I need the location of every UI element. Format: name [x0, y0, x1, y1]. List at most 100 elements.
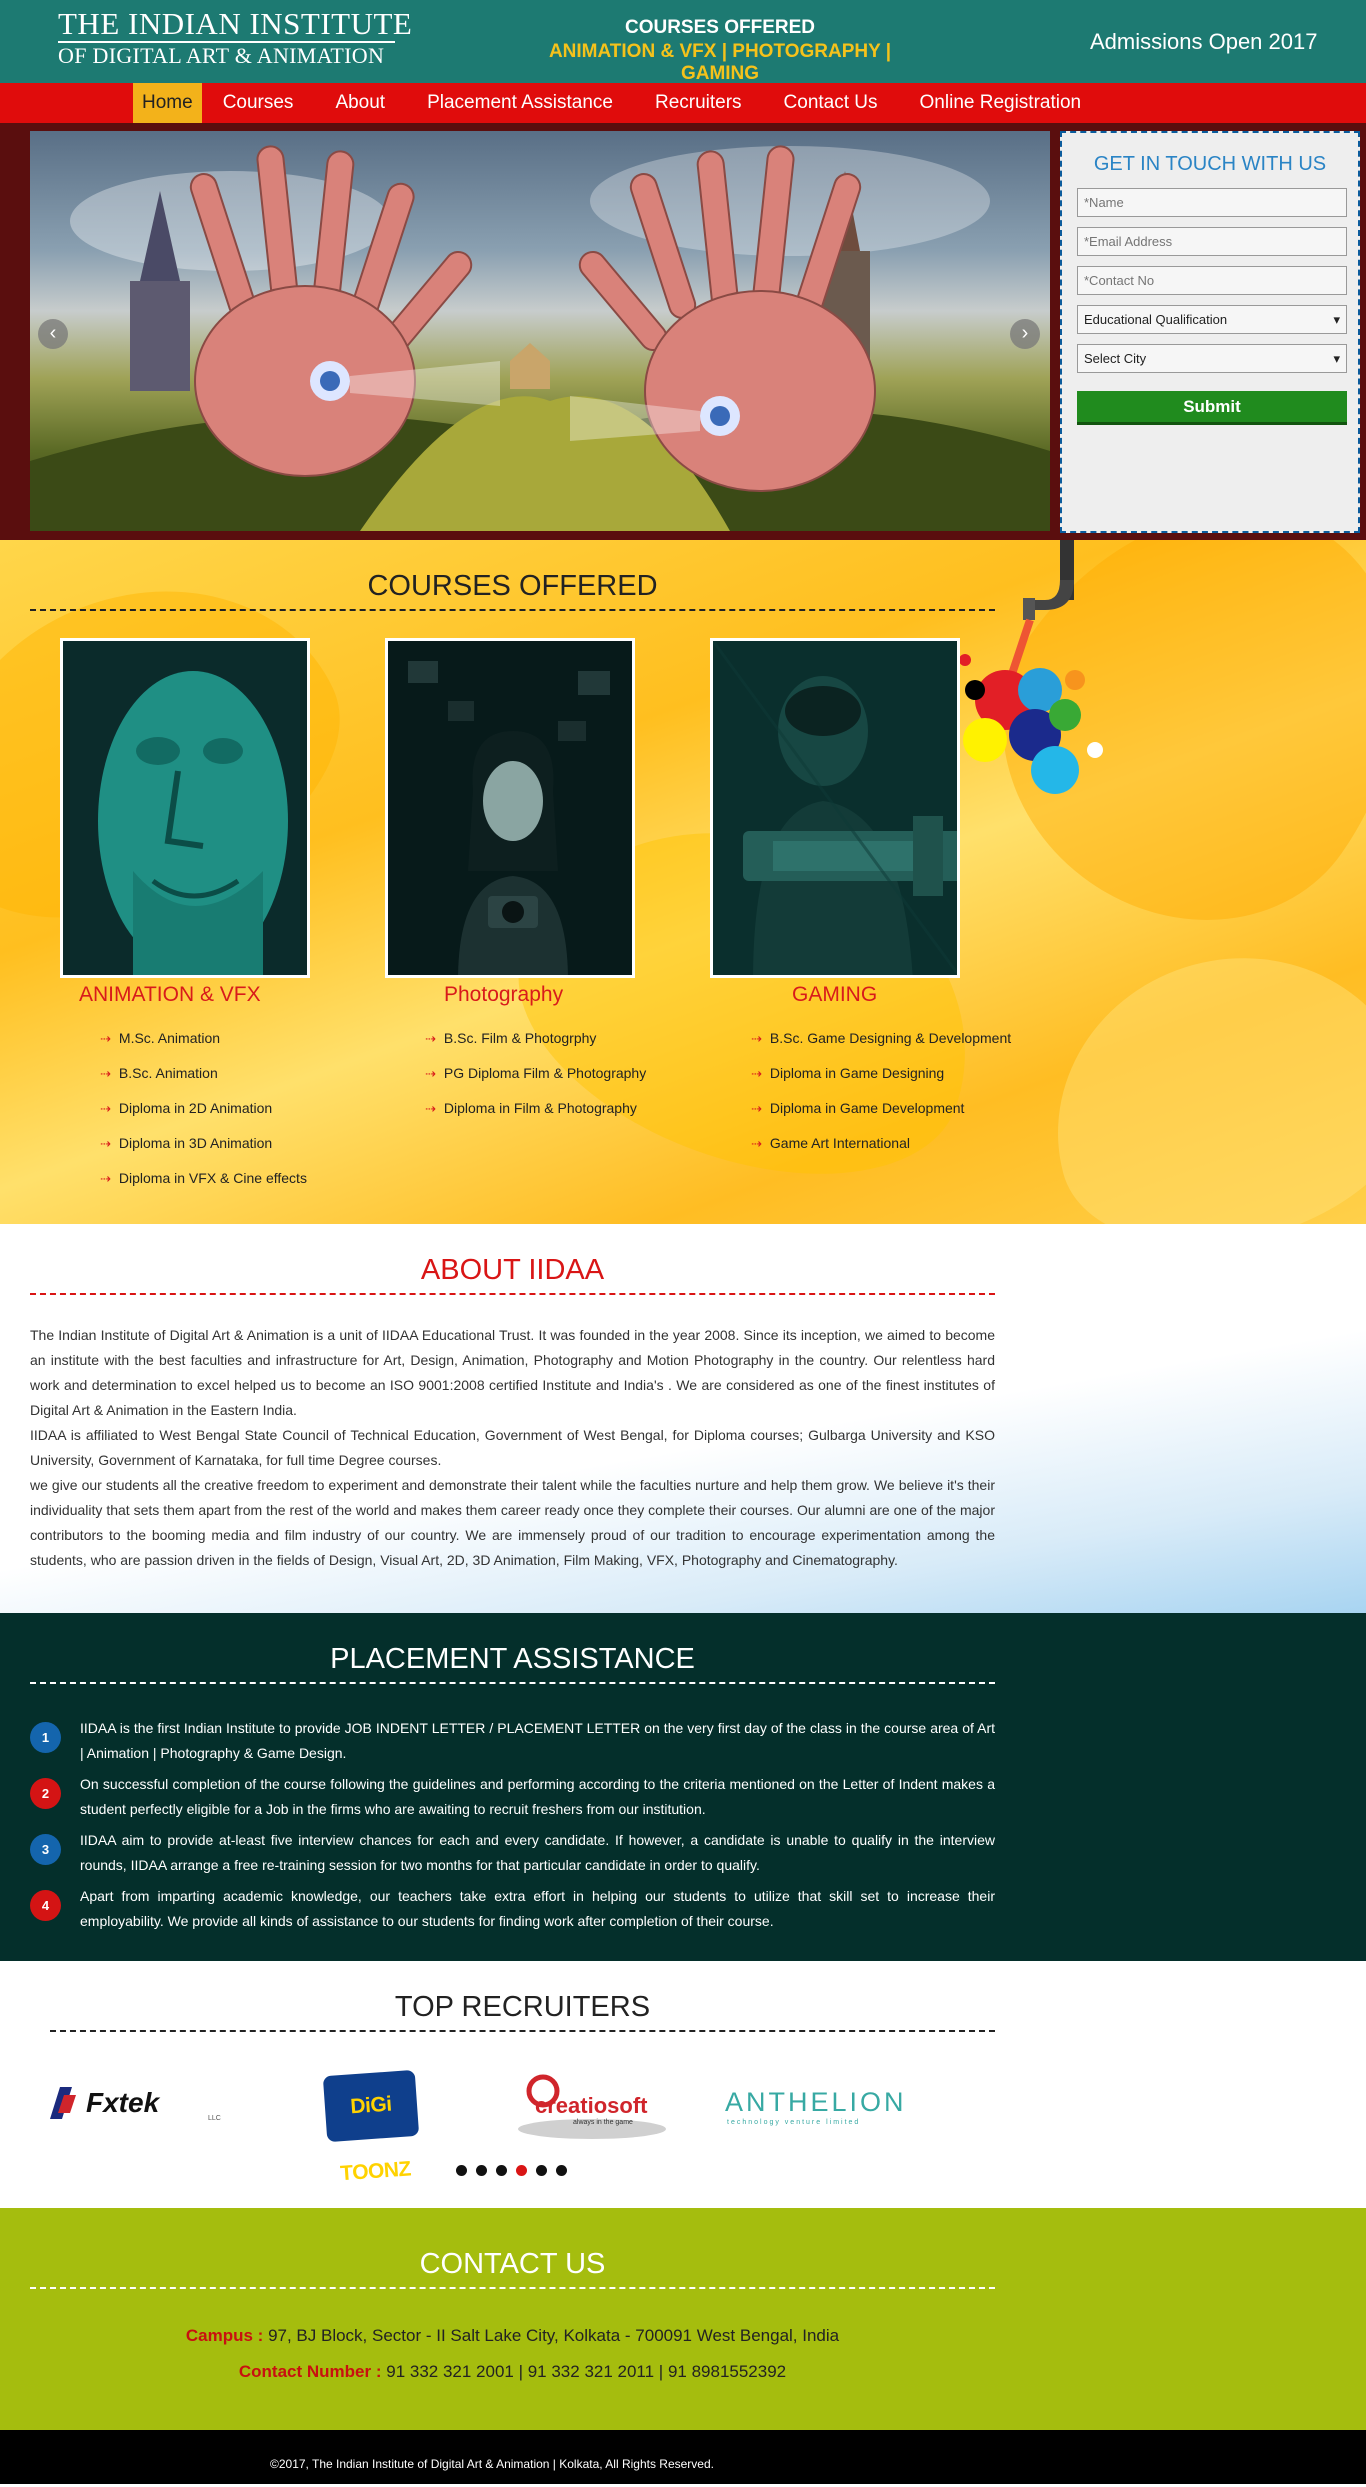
slider-prev-arrow[interactable]: ‹ — [38, 319, 68, 349]
recruiter-logo-digitoonz[interactable]: DiGi TOONZ — [322, 2069, 420, 2185]
about-paragraph-3: we give our students all the creative fr… — [30, 1477, 995, 1568]
carousel-dot[interactable] — [556, 2165, 567, 2176]
recruiter-logo-fxtek[interactable]: Fxtek LLC — [50, 2081, 230, 2131]
paint-tap-illustration — [959, 540, 1103, 794]
list-item[interactable]: ⇢ B.Sc. Game Designing & Development — [751, 1028, 1011, 1063]
hero-slide-illustration — [30, 145, 1050, 531]
carousel-dot[interactable] — [476, 2165, 487, 2176]
hero-slide: ‹ › — [30, 131, 1050, 531]
photography-course-image — [388, 641, 632, 975]
arrow-bullet-icon: ⇢ — [425, 1066, 436, 1081]
slider-next-arrow[interactable]: › — [1010, 319, 1040, 349]
arrow-bullet-icon: ⇢ — [751, 1066, 762, 1081]
petal-bg — [1019, 918, 1366, 1224]
chevron-down-icon: ▾ — [1333, 350, 1340, 366]
nav-placement-assistance[interactable]: Placement Assistance — [406, 83, 634, 123]
course-list-photography: ⇢ B.Sc. Film & Photogrphy ⇢ PG Diploma Fil… — [425, 1028, 646, 1133]
campus-value: 97, BJ Block, Sector - II Salt Lake City… — [268, 2326, 840, 2345]
arrow-bullet-icon: ⇢ — [100, 1031, 111, 1046]
carousel-dot[interactable] — [496, 2165, 507, 2176]
list-item[interactable]: ⇢ Game Art International — [751, 1133, 1011, 1168]
carousel-dot[interactable] — [536, 2165, 547, 2176]
arrow-bullet-icon: ⇢ — [100, 1171, 111, 1186]
recruiter-logo-creatiosoft[interactable]: creatiosoft always in the game — [515, 2073, 670, 2141]
placement-text: On successful completion of the course f… — [80, 1776, 995, 1817]
anthelion-tagline: technology venture limited — [727, 2119, 861, 2126]
course-name-photography[interactable]: Photography — [444, 983, 563, 1007]
list-item[interactable]: ⇢ B.Sc. Film & Photogrphy — [425, 1028, 646, 1063]
qualification-select[interactable]: Educational Qualification ▾ — [1077, 305, 1347, 334]
placement-heading: PLACEMENT ASSISTANCE — [30, 1643, 995, 1684]
submit-button[interactable]: Submit — [1077, 391, 1347, 425]
about-divider — [30, 1293, 995, 1295]
site-header: THE INDIAN INSTITUTE OF DIGITAL ART & AN… — [0, 0, 1366, 83]
contact-section: CONTACT US Campus : 97, BJ Block, Sector… — [0, 2208, 1366, 2430]
arrow-bullet-icon: ⇢ — [100, 1136, 111, 1151]
courses-title: COURSES OFFERED — [367, 570, 658, 602]
fxtek-tagline: LLC — [208, 2115, 221, 2122]
placement-divider — [30, 1682, 995, 1684]
site-footer: ©2017, The Indian Institute of Digital A… — [0, 2430, 1366, 2484]
carousel-dot[interactable] — [456, 2165, 467, 2176]
placement-text: IIDAA aim to provide at-least five inter… — [80, 1832, 995, 1873]
nav-about[interactable]: About — [314, 83, 406, 123]
form-title: GET IN TOUCH WITH US — [1093, 153, 1327, 175]
course-name-animation[interactable]: ANIMATION & VFX — [79, 983, 261, 1007]
site-logo[interactable]: THE INDIAN INSTITUTE OF DIGITAL ART & AN… — [58, 8, 412, 67]
carousel-dots — [456, 2165, 567, 2176]
contact-heading: CONTACT US — [30, 2248, 995, 2289]
list-item[interactable]: ⇢ M.Sc. Animation — [100, 1028, 307, 1063]
arrow-bullet-icon: ⇢ — [751, 1136, 762, 1151]
creatiosoft-wordmark: creatiosoft — [535, 2093, 648, 2118]
nav-courses[interactable]: Courses — [202, 83, 315, 123]
list-item[interactable]: ⇢ Diploma in VFX & Cine effects — [100, 1168, 307, 1203]
about-section: ABOUT IIDAA The Indian Institute of Digi… — [0, 1224, 1366, 1613]
placement-title: PLACEMENT ASSISTANCE — [330, 1643, 695, 1675]
carousel-dot-active[interactable] — [516, 2165, 527, 2176]
list-item[interactable]: ⇢ Diploma in 3D Animation — [100, 1133, 307, 1168]
contact-number-value[interactable]: 91 332 321 2001 | 91 332 321 2011 | 91 8… — [386, 2362, 786, 2381]
nav-contact-us[interactable]: Contact Us — [763, 83, 899, 123]
email-input[interactable] — [1077, 227, 1347, 256]
about-paragraph-2: IIDAA is affiliated to West Bengal State… — [30, 1427, 995, 1468]
name-input[interactable] — [1077, 188, 1347, 217]
admissions-open: Admissions Open 2017 — [1090, 29, 1318, 54]
course-name-gaming[interactable]: GAMING — [792, 983, 877, 1007]
city-select[interactable]: Select City ▾ — [1077, 344, 1347, 373]
recruiters-title: TOP RECRUITERS — [394, 1991, 651, 2023]
course-card-animation[interactable] — [60, 638, 310, 978]
nav-online-registration[interactable]: Online Registration — [899, 83, 1103, 123]
arrow-bullet-icon: ⇢ — [100, 1066, 111, 1081]
list-item[interactable]: ⇢ Diploma in Game Designing — [751, 1063, 1011, 1098]
header-courses-title: COURSES OFFERED — [624, 17, 816, 38]
courses-heading: COURSES OFFERED — [30, 570, 995, 611]
list-item[interactable]: ⇢ Diploma in Game Development — [751, 1098, 1011, 1133]
course-card-gaming[interactable] — [710, 638, 960, 978]
arrow-bullet-icon: ⇢ — [100, 1101, 111, 1116]
courses-section: COURSES OFFERED ANIMATION & VFX ⇢ M.Sc. … — [0, 540, 1366, 1224]
list-item[interactable]: ⇢ B.Sc. Animation — [100, 1063, 307, 1098]
nav-recruiters[interactable]: Recruiters — [634, 83, 763, 123]
nav-home[interactable]: Home — [133, 83, 202, 123]
number-badge: 3 — [30, 1834, 61, 1865]
course-card-photography[interactable] — [385, 638, 635, 978]
contact-number-input[interactable] — [1077, 266, 1347, 295]
recruiter-logo-anthelion[interactable]: ANTHELION technology venture limited — [725, 2079, 935, 2129]
courses-divider — [30, 609, 995, 611]
about-title: ABOUT IIDAA — [420, 1254, 605, 1286]
list-item[interactable]: ⇢ PG Diploma Film & Photography — [425, 1063, 646, 1098]
recruiters-section: TOP RECRUITERS Fxtek LLC DiGi TOONZ crea… — [0, 1961, 1366, 2208]
creatiosoft-tagline: always in the game — [573, 2119, 633, 2126]
fxtek-wordmark: Fxtek — [86, 2087, 160, 2118]
recruiters-divider — [50, 2030, 995, 2032]
about-body: The Indian Institute of Digital Art & An… — [30, 1323, 995, 1573]
placement-text: Apart from imparting academic knowledge,… — [80, 1888, 995, 1929]
about-heading: ABOUT IIDAA — [30, 1254, 995, 1295]
course-list-gaming: ⇢ B.Sc. Game Designing & Development ⇢ Dip… — [751, 1028, 1011, 1168]
header-courses-subtitle: ANIMATION & VFX | PHOTOGRAPHY | GAMING — [548, 41, 892, 83]
list-item[interactable]: ⇢ Diploma in Film & Photography — [425, 1098, 646, 1133]
contact-number: Contact Number : 91 332 321 2001 | 91 33… — [30, 2362, 995, 2382]
main-nav: Home Courses About Placement Assistance … — [0, 83, 1366, 123]
list-item[interactable]: ⇢ Diploma in 2D Animation — [100, 1098, 307, 1133]
animation-course-image — [63, 641, 307, 975]
